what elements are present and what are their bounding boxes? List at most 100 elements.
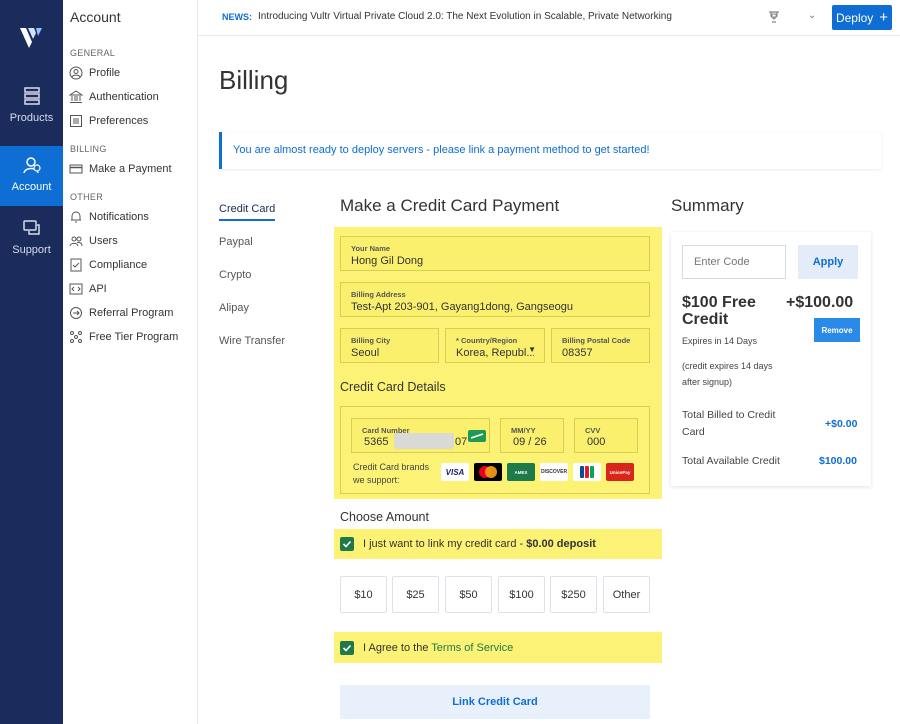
code-icon	[69, 283, 83, 295]
brands-label-line: Credit Card brands	[353, 462, 430, 472]
choose-amount-title: Choose Amount	[340, 510, 429, 524]
total-available-label: Total Available Credit	[682, 455, 780, 467]
amount-option-100[interactable]: $100	[498, 576, 545, 613]
card-number-field[interactable]: Card Number 5365 07	[351, 418, 490, 453]
section-heading-billing: BILLING	[70, 144, 107, 154]
postal-label: Billing Postal Code	[562, 336, 631, 345]
submenu-item-authentication[interactable]: Authentication	[69, 87, 159, 107]
rail-item-support[interactable]: Support	[0, 218, 63, 278]
total-available-value: $100.00	[819, 455, 857, 467]
news-link[interactable]: Introducing Vultr Virtual Private Cloud …	[258, 11, 672, 22]
amount-option-50[interactable]: $50	[445, 576, 492, 613]
card-number-redaction	[394, 433, 454, 449]
submenu-item-label: Make a Payment	[89, 163, 172, 175]
submenu-item-label: Preferences	[89, 115, 149, 127]
amex-logo: AMEX	[507, 463, 535, 481]
rail-item-account[interactable]: Account	[0, 146, 68, 206]
news-tag: NEWS:	[222, 12, 252, 22]
dropdown-caret-icon: ▼	[528, 345, 536, 354]
card-number-start: 5365	[364, 436, 389, 448]
submenu-item-notifications[interactable]: Notifications	[69, 207, 149, 227]
city-field[interactable]: Billing City Seoul	[340, 328, 439, 363]
list-settings-icon	[70, 115, 82, 127]
submenu-item-label: Referral Program	[89, 307, 174, 319]
account-icon	[22, 157, 41, 174]
rail-label: Products	[9, 112, 54, 124]
link-only-text: I just want to link my credit card -	[363, 538, 527, 550]
section-heading-general: GENERAL	[70, 48, 116, 58]
discover-logo: DISCOVER	[540, 463, 568, 481]
link-only-checkbox[interactable]	[340, 537, 354, 551]
tab-credit-card[interactable]: Credit Card	[219, 203, 276, 221]
checkmark-icon	[342, 540, 352, 548]
terms-of-service-link[interactable]: Terms of Service	[431, 642, 513, 654]
credit-expiry-note: (credit expires 14 days after signup)	[682, 361, 773, 387]
expiry-label: MM/YY	[511, 426, 536, 435]
card-details-box: Card Number 5365 07 MM/YY 09 / 26 CVV 00…	[340, 406, 650, 494]
mastercard-detected-icon	[468, 430, 486, 442]
submenu-item-api[interactable]: API	[69, 279, 107, 299]
tab-alipay[interactable]: Alipay	[219, 302, 249, 314]
submenu-item-label: Profile	[89, 67, 121, 79]
submenu-item-free-tier-program[interactable]: Free Tier Program	[69, 327, 178, 347]
submenu-item-label: Authentication	[89, 91, 159, 103]
name-label: Your Name	[351, 244, 391, 253]
jcb-stripes-icon	[580, 466, 594, 478]
name-value: Hong Gil Dong	[351, 255, 424, 267]
notifications-icon[interactable]	[767, 10, 781, 24]
apply-code-button[interactable]: Apply	[798, 245, 858, 279]
terms-label: I Agree to the Terms of Service	[363, 642, 513, 654]
tab-crypto[interactable]: Crypto	[219, 269, 251, 281]
deploy-button[interactable]: Deploy +	[832, 5, 892, 30]
chevron-down-icon[interactable]: ⌄	[808, 10, 816, 21]
city-label: Billing City	[351, 336, 391, 345]
credit-card-icon	[69, 164, 83, 174]
terms-checkbox[interactable]	[340, 641, 354, 655]
expiry-field[interactable]: MM/YY 09 / 26	[500, 418, 564, 453]
country-select[interactable]: * Country/Region Korea, Republ... ▼	[445, 328, 545, 363]
expiry-value: 09 / 26	[513, 436, 547, 448]
amount-option-other[interactable]: Other	[603, 576, 650, 613]
top-bar: NEWS: Introducing Vultr Virtual Private …	[198, 0, 900, 36]
submenu-item-referral-program[interactable]: Referral Program	[69, 303, 173, 323]
tab-wire-transfer[interactable]: Wire Transfer	[219, 335, 285, 347]
submenu-item-make-a-payment[interactable]: Make a Payment	[69, 159, 172, 179]
city-value: Seoul	[351, 347, 380, 359]
cvv-value: 000	[587, 436, 606, 448]
address-value: Test-Apt 203-901, Gayang1dong, Gangseogu	[351, 301, 573, 313]
submenu-item-preferences[interactable]: Preferences	[69, 111, 148, 131]
visa-logo: VISA	[441, 463, 469, 481]
servers-icon	[23, 87, 40, 105]
summary-title: Summary	[671, 196, 744, 215]
link-only-label[interactable]: I just want to link my credit card - $0.…	[363, 538, 596, 550]
info-alert: You are almost ready to deploy servers -…	[219, 132, 881, 169]
link-credit-card-button[interactable]: Link Credit Card	[340, 685, 650, 719]
submenu-title: Account	[70, 9, 121, 25]
network-icon	[70, 331, 82, 343]
amount-option-25[interactable]: $25	[392, 576, 439, 613]
remove-credit-button[interactable]: Remove	[814, 318, 860, 342]
rail-item-products[interactable]: Products	[0, 86, 63, 146]
amount-option-250[interactable]: $250	[550, 576, 597, 613]
tab-paypal[interactable]: Paypal	[219, 236, 253, 248]
submenu-item-profile[interactable]: Profile	[69, 63, 120, 83]
vultr-logo[interactable]	[18, 24, 44, 50]
terms-prefix: I Agree to the	[363, 642, 432, 654]
cvv-field[interactable]: CVV 000	[574, 418, 638, 453]
rail-label: Account	[11, 181, 52, 193]
amount-option-10[interactable]: $10	[340, 576, 387, 613]
users-icon	[69, 236, 83, 247]
postal-code-field[interactable]: Billing Postal Code 08357	[551, 328, 650, 363]
account-submenu: Account GENERAL Profile Authentication P…	[63, 0, 198, 724]
submenu-item-users[interactable]: Users	[69, 231, 118, 251]
rail-label: Support	[12, 244, 51, 256]
postal-value: 08357	[562, 347, 593, 359]
name-field[interactable]: Your Name Hong Gil Dong	[340, 236, 650, 271]
unionpay-logo: UnionPay	[606, 463, 634, 481]
country-label: * Country/Region	[456, 336, 518, 345]
promo-code-input[interactable]	[682, 245, 786, 279]
submenu-item-label: Notifications	[89, 211, 149, 223]
submenu-item-compliance[interactable]: Compliance	[69, 255, 147, 275]
mastercard-circles-icon	[479, 466, 497, 478]
address-field[interactable]: Billing Address Test-Apt 203-901, Gayang…	[340, 282, 650, 317]
